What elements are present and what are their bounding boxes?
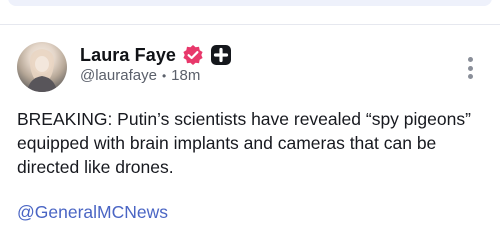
post-time[interactable]: 18m: [171, 67, 200, 84]
meta-separator: •: [161, 68, 167, 83]
avatar[interactable]: [17, 42, 67, 92]
author-name[interactable]: Laura Faye: [80, 45, 176, 66]
plus-badge-icon: [210, 44, 232, 66]
author-handle[interactable]: @laurafaye: [80, 67, 157, 84]
mention-link[interactable]: @GeneralMCNews: [17, 202, 168, 223]
more-options-button[interactable]: [466, 57, 474, 79]
verified-badge-icon: [182, 44, 204, 66]
author-meta: @laurafaye • 18m: [80, 67, 200, 84]
post-card: Laura Faye @laurafaye • 18m BREAKING: Pu…: [0, 0, 500, 244]
author-row: Laura Faye: [80, 42, 232, 68]
top-input-bar[interactable]: [8, 0, 492, 6]
more-vertical-icon: [467, 57, 473, 62]
divider: [0, 24, 500, 25]
post-body: BREAKING: Putin’s scientists have reveal…: [17, 109, 471, 177]
